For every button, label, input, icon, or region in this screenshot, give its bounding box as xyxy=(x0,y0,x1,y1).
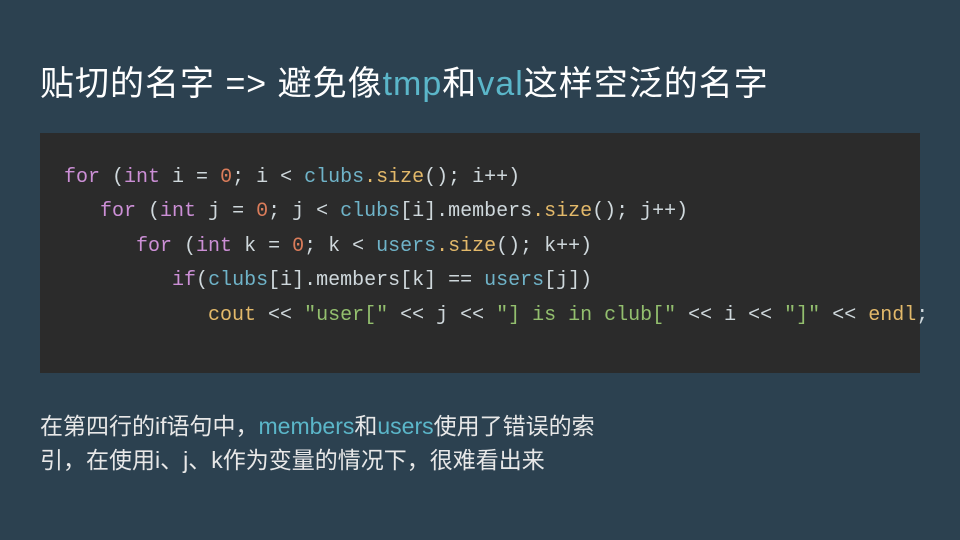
caption-part-1: 在第四行的if语句中， xyxy=(40,413,259,439)
code-line-2: for (int j = 0; j < clubs[i].members.siz… xyxy=(64,195,896,229)
caption-text: 在第四行的if语句中，members和users使用了错误的索引，在使用i、j、… xyxy=(40,409,920,478)
code-line-5: cout << "user[" << j << "] is in club[" … xyxy=(64,299,896,333)
caption-accent-1: members xyxy=(259,413,355,439)
caption-accent-2: users xyxy=(377,413,433,439)
title-accent-1: tmp xyxy=(383,65,443,103)
caption-part-4: 引，在使用i、j、k作为变量的情况下，很难看出来 xyxy=(40,447,545,473)
caption-part-2: 和 xyxy=(354,413,377,439)
code-block: for (int i = 0; i < clubs.size(); i++) f… xyxy=(40,133,920,373)
slide-title: 贴切的名字 => 避免像tmp和val这样空泛的名字 xyxy=(40,56,920,105)
title-text-1: 贴切的名字 => 避免像 xyxy=(40,65,383,103)
code-line-3: for (int k = 0; k < users.size(); k++) xyxy=(64,230,896,264)
caption-part-3: 使用了错误的索 xyxy=(434,413,595,439)
code-line-1: for (int i = 0; i < clubs.size(); i++) xyxy=(64,161,896,195)
code-line-4: if(clubs[i].members[k] == users[j]) xyxy=(64,264,896,298)
title-accent-2: val xyxy=(477,65,523,103)
title-text-3: 这样空泛的名字 xyxy=(524,65,769,103)
title-text-2: 和 xyxy=(442,65,477,103)
